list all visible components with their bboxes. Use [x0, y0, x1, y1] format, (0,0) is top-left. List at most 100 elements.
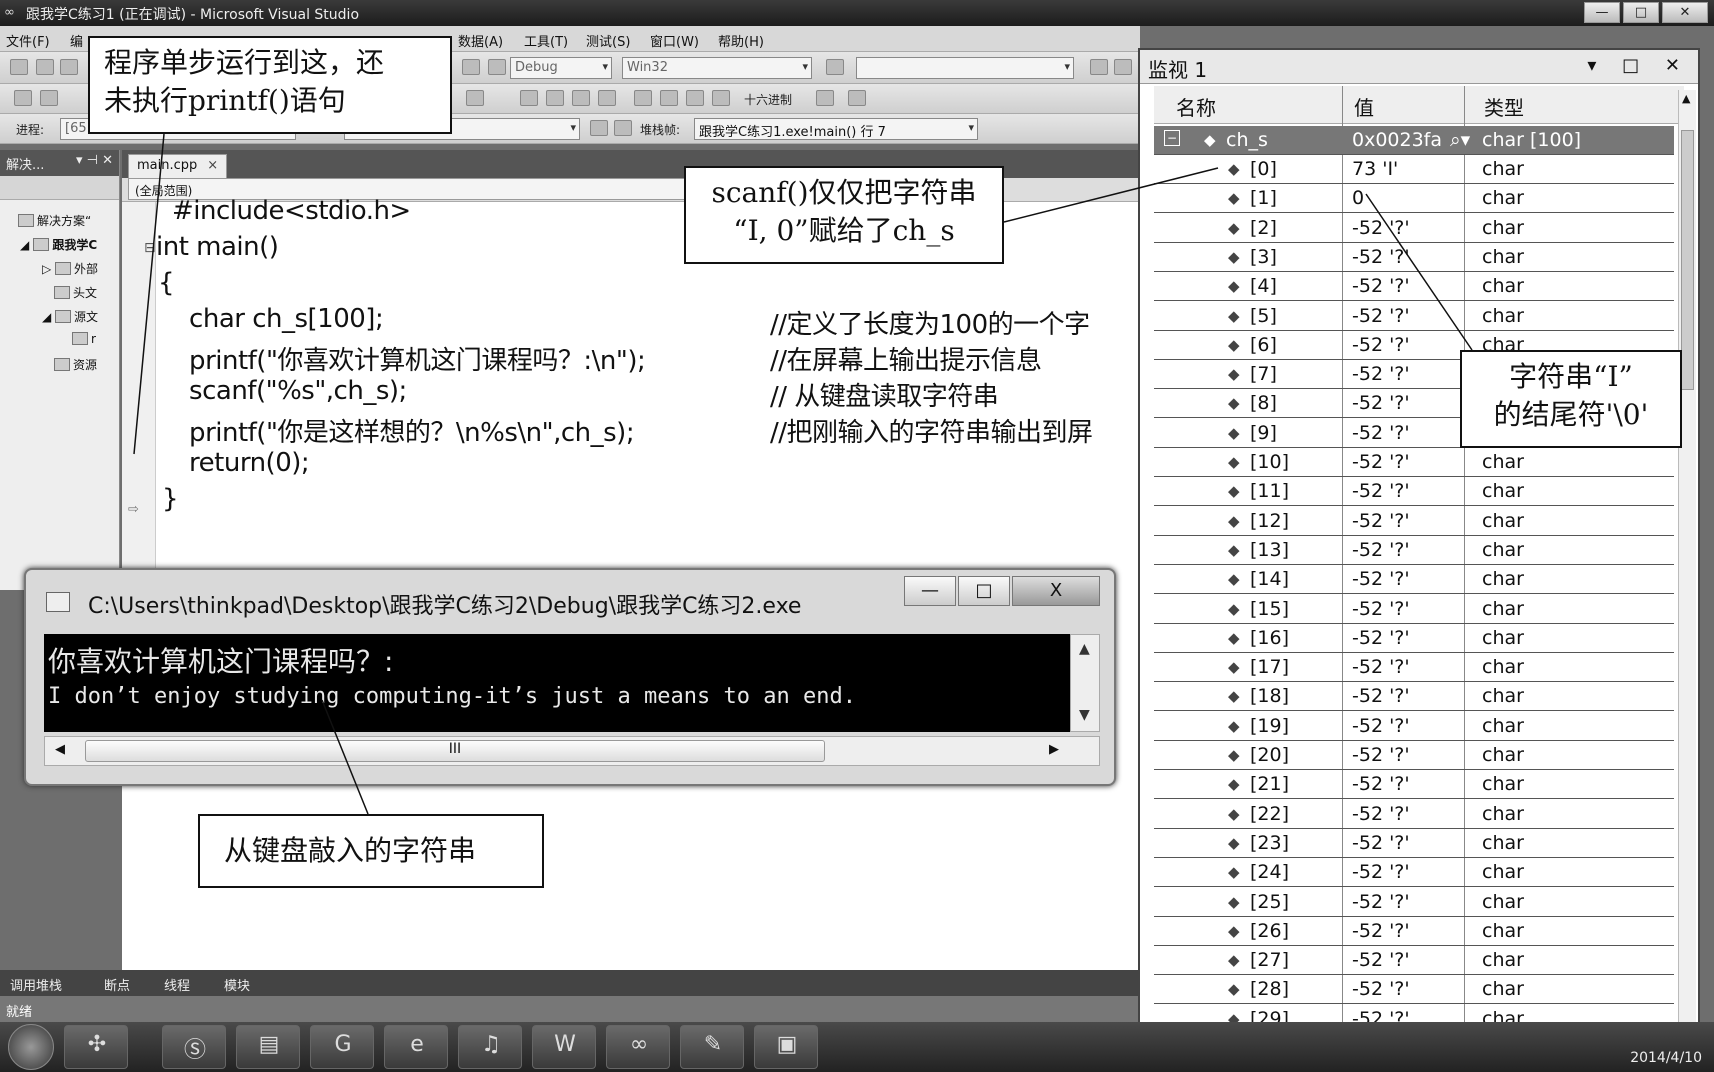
watch-row[interactable]: ◆ [0] 73 'I' char [1154, 155, 1674, 184]
taskbar-ie[interactable]: e [384, 1025, 448, 1069]
console-horizontal-scrollbar[interactable]: ◀ III ▶ [44, 736, 1100, 766]
tab-call-stack[interactable]: 调用堆栈 [10, 975, 62, 994]
tab-main-cpp[interactable]: main.cpp × [128, 154, 228, 178]
code-line-1[interactable]: #include<stdio.h> [172, 196, 411, 226]
console-maximize-button[interactable]: □ [958, 576, 1010, 606]
code-line-4[interactable]: char ch_s[100]; [158, 304, 384, 334]
debug-icon-2[interactable] [40, 90, 58, 106]
tree-solution[interactable]: 解决方案“ [18, 212, 91, 229]
thread-flag-icon[interactable] [590, 120, 608, 136]
watch-row[interactable]: ◆ [26] -52 '?' char [1154, 917, 1674, 946]
tab-threads[interactable]: 线程 [164, 975, 190, 994]
watch-row[interactable]: ◆ [21] -52 '?' char [1154, 770, 1674, 799]
collapse-icon[interactable]: ⊟ [144, 240, 156, 256]
restart-icon[interactable] [598, 90, 616, 106]
watch-row[interactable]: ◆ [23] -52 '?' char [1154, 829, 1674, 858]
tree-project[interactable]: ◢ 跟我学C [20, 236, 97, 253]
watch-row[interactable]: ◆ [17] -52 '?' char [1154, 653, 1674, 682]
code-line-9[interactable]: } [162, 484, 179, 514]
watch-row[interactable]: ◆ [11] -52 '?' char [1154, 477, 1674, 506]
watch-row[interactable]: ◆ [10] -52 '?' char [1154, 448, 1674, 477]
taskbar-paint[interactable]: ✎ [680, 1025, 744, 1069]
tree-resource-files[interactable]: 资源 [54, 356, 97, 373]
continue-icon[interactable] [488, 59, 506, 75]
console-output[interactable]: 你喜欢计算机这门课程吗？: I don’t enjoy studying com… [44, 634, 1070, 732]
pause-icon[interactable] [546, 90, 564, 106]
watch-vertical-scrollbar[interactable]: ▲ ▼ [1678, 90, 1696, 1036]
platform-select[interactable]: Win32 [622, 57, 812, 79]
tab-breakpoints[interactable]: 断点 [104, 975, 130, 994]
taskbar-pinwheel-app[interactable]: ✣ [64, 1025, 128, 1069]
menu-help[interactable]: 帮助(H) [718, 31, 764, 50]
maximize-button[interactable]: □ [1623, 2, 1659, 23]
collapse-icon[interactable]: − [1164, 130, 1180, 146]
debug-icon-1[interactable] [14, 90, 32, 106]
add-item-icon[interactable] [36, 59, 54, 75]
magnifier-icon[interactable]: ⌕▾ [1450, 129, 1470, 151]
watch-row[interactable]: ◆ [3] -52 '?' char [1154, 243, 1674, 272]
flag-icon[interactable] [614, 120, 632, 136]
stack-frame-select[interactable]: 跟我学C练习1.exe!main() 行 7 [694, 118, 978, 140]
menu-edit[interactable]: 编 [70, 31, 83, 50]
step-into-icon[interactable] [660, 90, 678, 106]
hex-icon[interactable] [816, 90, 834, 106]
watch-row[interactable]: ◆ [25] -52 '?' char [1154, 888, 1674, 917]
menu-data[interactable]: 数据(A) [458, 31, 503, 50]
tab-modules[interactable]: 模块 [224, 975, 250, 994]
watch-row[interactable]: ◆ [22] -52 '?' char [1154, 800, 1674, 829]
taskbar-media[interactable]: ♫ [458, 1025, 522, 1069]
watch-row-root[interactable]: − ◆ ch_s 0x0023fa ⌕▾ char [100] [1154, 126, 1674, 155]
watch-row[interactable]: ◆ [14] -52 '?' char [1154, 565, 1674, 594]
find-combo[interactable] [856, 57, 1074, 79]
menu-test[interactable]: 测试(S) [586, 31, 630, 50]
watch-row[interactable]: ◆ [16] -52 '?' char [1154, 624, 1674, 653]
tree-main-cpp[interactable]: r [72, 332, 96, 346]
solution-explorer-icon[interactable] [1090, 59, 1108, 75]
scroll-down-icon[interactable]: ▼ [1079, 707, 1090, 723]
windows-icon[interactable] [848, 90, 866, 106]
watch-window-controls[interactable]: ▾ □ ✕ [1587, 55, 1690, 76]
watch-row[interactable]: ◆ [28] -52 '?' char [1154, 975, 1674, 1004]
tree-header-files[interactable]: 头文 [54, 284, 97, 301]
watch-row[interactable]: ◆ [4] -52 '?' char [1154, 272, 1674, 301]
menu-tools[interactable]: 工具(T) [524, 31, 568, 50]
console-minimize-button[interactable]: — [904, 576, 956, 606]
code-line-3[interactable]: { [158, 268, 175, 298]
column-value[interactable]: 值 [1354, 92, 1374, 121]
panel-pin-icon[interactable]: ▾ ⊣ ✕ [76, 153, 113, 168]
code-line-7[interactable]: printf("你是这样想的？\n%s\n",ch_s); [158, 412, 635, 449]
tree-external-deps[interactable]: ▷ 外部 [42, 260, 98, 277]
open-file-icon[interactable] [60, 59, 78, 75]
find-icon[interactable] [826, 59, 844, 75]
taskbar-console[interactable]: ▣ [754, 1025, 818, 1069]
show-next-statement-icon[interactable] [634, 90, 652, 106]
stop-icon[interactable] [572, 90, 590, 106]
watch-row[interactable]: ◆ [24] -52 '?' char [1154, 858, 1674, 887]
new-project-icon[interactable] [10, 59, 28, 75]
code-line-8[interactable]: return(0); [158, 448, 310, 478]
taskbar-clock[interactable]: 2014/4/10 [1630, 1050, 1702, 1066]
console-close-button[interactable]: X [1012, 576, 1100, 606]
console-vertical-scrollbar[interactable]: ▲ ▼ [1070, 634, 1100, 732]
breakpoint-icon[interactable] [466, 90, 484, 106]
code-line-6[interactable]: scanf("%s",ch_s); [158, 376, 407, 406]
minimize-button[interactable]: — [1584, 2, 1620, 23]
watch-row[interactable]: ◆ [15] -52 '?' char [1154, 595, 1674, 624]
menu-window[interactable]: 窗口(W) [650, 31, 699, 50]
start-button[interactable] [8, 1024, 54, 1070]
close-button[interactable]: ✕ [1662, 2, 1708, 23]
watch-row[interactable]: ◆ [1] 0 char [1154, 184, 1674, 213]
properties-icon[interactable] [1114, 59, 1132, 75]
step-over-icon[interactable] [686, 90, 704, 106]
watch-row[interactable]: ◆ [12] -52 '?' char [1154, 507, 1674, 536]
watch-row[interactable]: ◆ [27] -52 '?' char [1154, 946, 1674, 975]
scroll-right-icon[interactable]: ▶ [1049, 742, 1059, 757]
scroll-left-icon[interactable]: ◀ [55, 742, 65, 757]
console-window[interactable]: C:\Users\thinkpad\Desktop\跟我学C练习2\Debug\… [24, 568, 1116, 786]
step-out-icon[interactable] [712, 90, 730, 106]
tree-source-files[interactable]: ◢ 源文 [42, 308, 98, 325]
watch-row[interactable]: ◆ [2] -52 '?' char [1154, 214, 1674, 243]
start-debug-icon[interactable] [462, 59, 480, 75]
scroll-up-icon[interactable]: ▲ [1079, 641, 1090, 657]
watch-row[interactable]: ◆ [20] -52 '?' char [1154, 741, 1674, 770]
